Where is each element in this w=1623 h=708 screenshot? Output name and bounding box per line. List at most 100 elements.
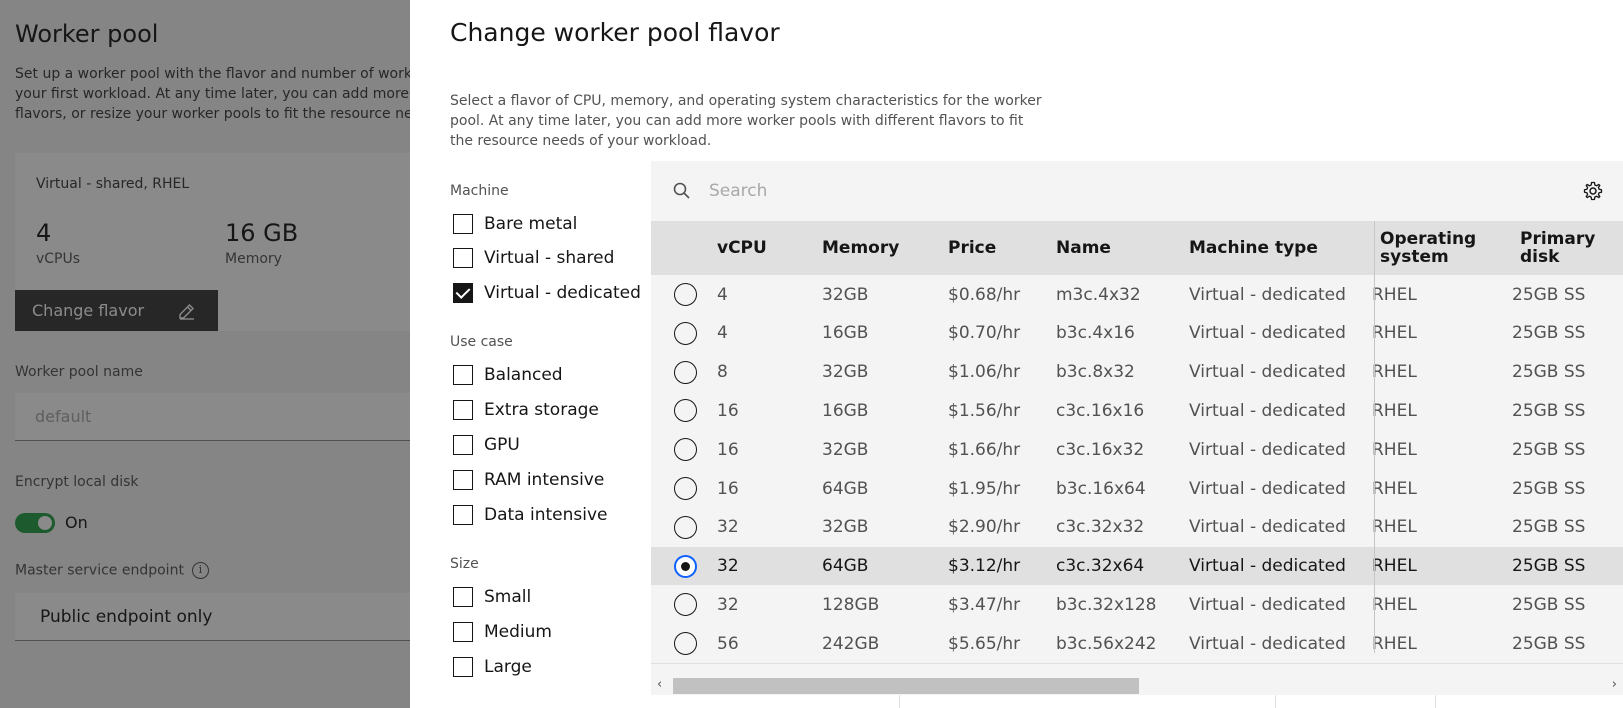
cell-vcpu: 16 [717, 439, 739, 460]
radio-button[interactable] [674, 593, 697, 617]
cell-primary-disk: 25GB SS [1512, 439, 1586, 460]
cell-primary-disk: 25GB SS [1512, 323, 1586, 344]
column-header-memory[interactable]: Memory [822, 221, 899, 275]
checkbox-label: Data intensive [484, 505, 608, 525]
table-row[interactable]: 8 32GB $1.06/hr b3c.8x32 Virtual - dedicated… [651, 352, 1623, 393]
filter-gpu[interactable]: GPU [453, 435, 520, 455]
cell-operating-system: RHEL [1372, 400, 1417, 421]
cell-operating-system: RHEL [1372, 633, 1417, 654]
table-row[interactable]: 4 16GB $0.70/hr b3c.4x16 Virtual - dedicated… [651, 313, 1623, 354]
cell-name: b3c.4x16 [1056, 323, 1135, 344]
modal-description-line: pool. At any time later, you can add mor… [450, 113, 1024, 129]
cell-name: c3c.16x16 [1056, 400, 1145, 421]
scrollbar-thumb[interactable] [673, 678, 1139, 694]
filter-medium[interactable]: Medium [453, 622, 552, 642]
checkbox[interactable] [453, 505, 473, 525]
search-icon [673, 182, 690, 199]
table-row[interactable]: 16 64GB $1.95/hr b3c.16x64 Virtual - dedicat… [651, 469, 1623, 509]
cell-machine-type: Virtual - dedicated [1189, 556, 1346, 577]
filter-balanced[interactable]: Balanced [453, 365, 563, 385]
cell-price: $1.95/hr [948, 478, 1021, 499]
cell-operating-system: RHEL [1372, 323, 1417, 344]
cell-vcpu: 16 [717, 478, 739, 499]
table-row[interactable]: 32 128GB $3.47/hr b3c.32x128 Virtual - dedic… [651, 585, 1623, 626]
cell-memory: 64GB [822, 478, 869, 499]
table-row[interactable]: 16 32GB $1.66/hr c3c.16x32 Virtual - dedicat… [651, 430, 1623, 471]
cell-primary-disk: 25GB SS [1512, 478, 1586, 499]
cell-price: $0.68/hr [948, 284, 1021, 305]
filter-heading-use-case: Use case [450, 334, 513, 350]
table-row[interactable]: 32 32GB $2.90/hr c3c.32x32 Virtual - dedicat… [651, 507, 1623, 548]
filter-heading-size: Size [450, 556, 479, 572]
cell-vcpu: 4 [717, 284, 728, 305]
cell-machine-type: Virtual - dedicated [1189, 284, 1346, 305]
checkbox[interactable] [453, 587, 473, 607]
gear-icon[interactable] [1583, 181, 1603, 201]
checkbox[interactable] [453, 400, 473, 420]
cell-name: b3c.8x32 [1056, 362, 1135, 383]
table-search-input[interactable] [709, 161, 1509, 221]
checkbox[interactable] [453, 657, 473, 677]
radio-button[interactable] [674, 283, 697, 306]
scroll-left-icon[interactable]: ‹ [657, 677, 662, 692]
table-toolbar [651, 161, 1623, 221]
cell-primary-disk: 25GB SS [1512, 556, 1586, 577]
radio-button[interactable] [674, 632, 697, 656]
checkbox[interactable] [453, 470, 473, 490]
radio-button[interactable] [674, 321, 697, 345]
filter-virtual-shared[interactable]: Virtual - shared [453, 248, 614, 268]
radio-button[interactable] [674, 360, 697, 384]
checkbox-label: Balanced [484, 365, 563, 385]
cell-memory: 128GB [822, 594, 880, 615]
radio-button[interactable] [674, 399, 697, 423]
table-footer [651, 695, 1623, 708]
checkbox[interactable] [453, 435, 473, 455]
filter-small[interactable]: Small [453, 587, 531, 607]
filter-extra-storage[interactable]: Extra storage [453, 400, 599, 420]
cell-primary-disk: 25GB SS [1512, 517, 1586, 538]
modal-description: Select a flavor of CPU, memory, and oper… [450, 91, 1050, 151]
flavor-table: vCPU Memory Price Name Machine type Oper… [651, 161, 1623, 708]
filter-virtual-dedicated[interactable]: Virtual - dedicated [453, 283, 641, 303]
radio-button[interactable] [674, 515, 697, 539]
filter-data-intensive[interactable]: Data intensive [453, 505, 608, 525]
radio-button[interactable] [674, 477, 697, 500]
cell-memory: 16GB [822, 323, 869, 344]
column-header-primary-disk[interactable]: Primary disk [1520, 221, 1595, 275]
horizontal-scrollbar[interactable]: ‹ › [651, 675, 1623, 695]
checkbox[interactable] [453, 214, 473, 234]
column-header-operating-system[interactable]: Operating system [1380, 221, 1476, 275]
cell-primary-disk: 25GB SS [1512, 362, 1586, 383]
scroll-right-icon[interactable]: › [1612, 677, 1617, 692]
modal-description-line: Select a flavor of CPU, memory, and oper… [450, 93, 1042, 109]
column-header-price[interactable]: Price [948, 221, 996, 275]
checkbox[interactable] [453, 365, 473, 385]
column-header-vcpu[interactable]: vCPU [717, 221, 767, 275]
column-header-machine-type[interactable]: Machine type [1189, 221, 1318, 275]
cell-operating-system: RHEL [1372, 594, 1417, 615]
filter-ram-intensive[interactable]: RAM intensive [453, 470, 604, 490]
checkbox[interactable] [453, 622, 473, 642]
column-header-name[interactable]: Name [1056, 221, 1111, 275]
cell-memory: 64GB [822, 556, 869, 577]
radio-button[interactable] [674, 438, 697, 462]
radio-button-selected[interactable] [674, 554, 697, 578]
filter-bare-metal[interactable]: Bare metal [453, 214, 577, 234]
cell-memory: 242GB [822, 633, 880, 654]
checkbox-checked[interactable] [453, 283, 473, 303]
cell-name: c3c.32x32 [1056, 517, 1145, 538]
table-row[interactable]: 4 32GB $0.68/hr m3c.4x32 Virtual - dedicated… [651, 275, 1623, 315]
cell-machine-type: Virtual - dedicated [1189, 400, 1346, 421]
cell-name: m3c.4x32 [1056, 284, 1141, 305]
checkbox-label: Virtual - dedicated [484, 283, 641, 303]
cell-operating-system: RHEL [1372, 284, 1417, 305]
column-divider [1374, 221, 1375, 653]
table-row[interactable]: 56 242GB $5.65/hr b3c.56x242 Virtual - dedic… [651, 624, 1623, 665]
checkbox[interactable] [453, 248, 473, 268]
filter-large[interactable]: Large [453, 657, 532, 677]
cell-price: $0.70/hr [948, 323, 1021, 344]
table-row[interactable]: 32 64GB $3.12/hr c3c.32x64 Virtual - dedicat… [651, 546, 1623, 587]
cell-machine-type: Virtual - dedicated [1189, 439, 1346, 460]
table-row[interactable]: 16 16GB $1.56/hr c3c.16x16 Virtual - dedicat… [651, 391, 1623, 432]
table-header: vCPU Memory Price Name Machine type Oper… [651, 221, 1623, 275]
